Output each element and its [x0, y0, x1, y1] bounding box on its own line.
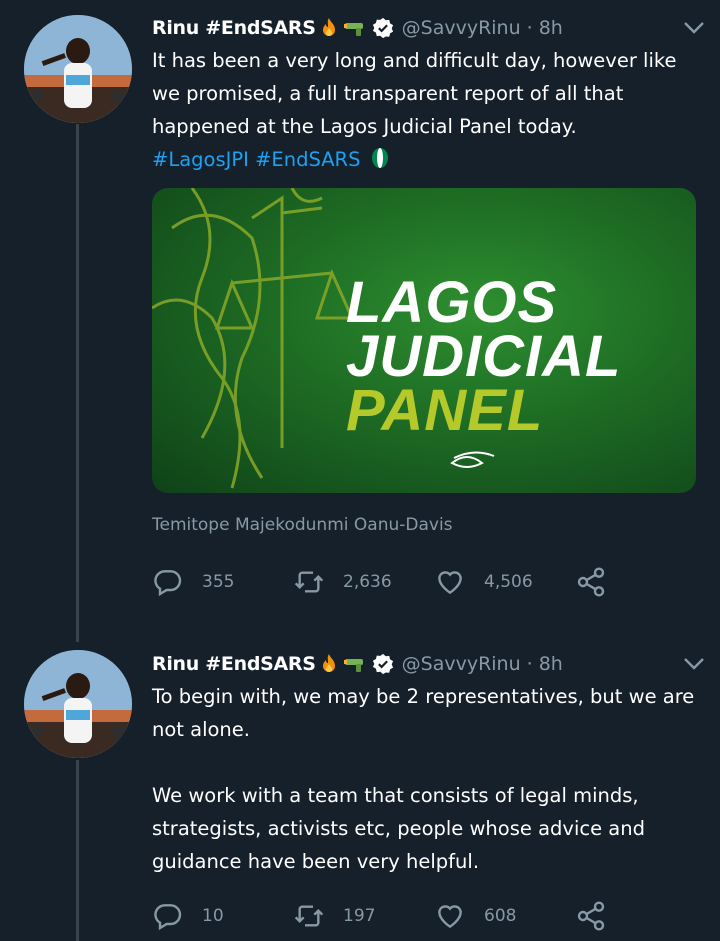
heart-icon [438, 571, 462, 595]
tweet-text: To begin with, we may be 2 representativ… [152, 680, 700, 878]
separator-dot: · [526, 653, 533, 675]
retweet-count: 197 [343, 906, 376, 926]
verified-badge-icon [372, 17, 393, 39]
headline-line-1: LAGOS [346, 270, 558, 335]
reply-icon [154, 904, 182, 931]
share-icon [577, 567, 605, 597]
tweet-text: It has been a very long and difficult da… [152, 44, 700, 176]
water-pistol-emoji-icon [343, 23, 363, 36]
like-count: 4,506 [484, 572, 533, 592]
retweet-button[interactable]: 197 [293, 900, 434, 932]
chevron-down-icon[interactable] [680, 650, 708, 678]
media-headline: LAGOS JUDICIAL PANEL [346, 270, 622, 443]
fire-emoji-icon [322, 654, 335, 672]
display-name[interactable]: Rinu #EndSARS [152, 17, 316, 39]
nigeria-flag-emoji-icon [371, 148, 388, 168]
share-button[interactable] [575, 566, 716, 598]
reply-count: 10 [202, 906, 224, 926]
tweet-header: Rinu #EndSARS @SavvyRinu · 8h [152, 14, 704, 42]
tweet-timestamp[interactable]: 8h [539, 653, 563, 675]
reply-count: 355 [202, 572, 235, 592]
reply-button[interactable]: 10 [152, 900, 293, 932]
avatar[interactable] [24, 15, 132, 123]
headline-line-3: PANEL [346, 378, 544, 443]
user-handle[interactable]: @SavvyRinu [402, 17, 521, 39]
retweet-icon [294, 571, 324, 593]
like-button[interactable]: 4,506 [434, 566, 575, 598]
media-image[interactable]: LAGOS JUDICIAL PANEL [152, 188, 696, 493]
separator-dot: · [526, 17, 533, 39]
water-pistol-emoji-icon [343, 659, 363, 672]
avatar[interactable] [24, 650, 132, 758]
tweet-header: Rinu #EndSARS @SavvyRinu · 8h [152, 650, 704, 678]
chevron-down-icon[interactable] [680, 14, 708, 42]
share-icon [577, 901, 605, 931]
reply-button[interactable]: 355 [152, 566, 293, 598]
tweet-paragraph-1: To begin with, we may be 2 representativ… [152, 685, 695, 741]
heart-icon [438, 905, 462, 929]
user-handle[interactable]: @SavvyRinu [402, 653, 521, 675]
verified-badge-icon [372, 653, 393, 675]
headline-line-2: JUDICIAL [346, 324, 622, 389]
tweet-paragraph-2: We work with a team that consists of leg… [152, 784, 645, 873]
tweet-actions: 10 197 608 [152, 900, 716, 932]
hashtag-links[interactable]: #LagosJPI #EndSARS [152, 148, 360, 171]
tweet-actions: 355 2,636 4,506 [152, 566, 716, 598]
media-caption: Temitope Majekodunmi Oanu-Davis [152, 515, 453, 535]
like-button[interactable]: 608 [434, 900, 575, 932]
like-count: 608 [484, 906, 517, 926]
tweet-timestamp[interactable]: 8h [539, 17, 563, 39]
share-button[interactable] [575, 900, 716, 932]
retweet-icon [294, 905, 324, 927]
retweet-count: 2,636 [343, 572, 392, 592]
retweet-button[interactable]: 2,636 [293, 566, 434, 598]
thread-connector-line [76, 124, 79, 642]
tweet-body: It has been a very long and difficult da… [152, 49, 677, 138]
thread-connector-line [76, 760, 79, 941]
display-name[interactable]: Rinu #EndSARS [152, 653, 316, 675]
fire-emoji-icon [322, 18, 335, 36]
reply-icon [154, 570, 182, 597]
